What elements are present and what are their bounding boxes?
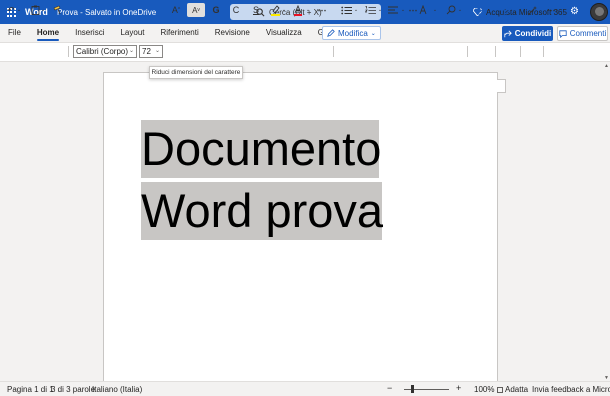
word-count[interactable]: 3 di 3 parole: [51, 385, 95, 394]
magic-wand-icon: [527, 5, 537, 15]
share-button[interactable]: Condividi: [502, 26, 553, 41]
ribbon-divider: [520, 46, 521, 57]
comments-button[interactable]: Commenti: [557, 26, 608, 41]
tab-inserisci[interactable]: Inserisci: [67, 24, 112, 42]
font-name-select[interactable]: Calibri (Corpo) ⌄: [73, 45, 137, 58]
chevron-down-icon: ⌄: [154, 48, 160, 54]
font-size-select[interactable]: 72 ⌄: [139, 45, 163, 58]
bullet-list-icon: [340, 6, 352, 14]
numbering-button[interactable]: [363, 3, 377, 17]
bullets-chevron-down-icon[interactable]: ⌄: [353, 3, 359, 17]
document-title[interactable]: Prova - Salvato in OneDrive: [57, 8, 156, 17]
designer-button[interactable]: [525, 3, 539, 17]
chevron-down-icon: ⌄: [370, 30, 376, 37]
tab-layout[interactable]: Layout: [112, 24, 152, 42]
page-count[interactable]: Pagina 1 di 1: [7, 385, 54, 394]
find-button[interactable]: [445, 3, 457, 17]
tab-revisione[interactable]: Revisione: [207, 24, 258, 42]
fit-icon: [497, 386, 503, 393]
highlight-chevron-down-icon[interactable]: ⌄: [281, 3, 287, 17]
font-color-button[interactable]: [292, 3, 304, 17]
font-color-chevron-down-icon[interactable]: ⌄: [305, 3, 311, 17]
collapse-ribbon-chevron-down-icon[interactable]: ⌄: [601, 3, 609, 17]
share-icon: [504, 30, 512, 37]
document-text-line[interactable]: Documento: [141, 120, 381, 178]
ribbon-divider: [543, 46, 544, 57]
vertical-scrollbar[interactable]: ▲ ▼: [603, 63, 610, 381]
more-options-icon[interactable]: ⋯: [548, 3, 560, 17]
align-chevron-down-icon[interactable]: ⌄: [400, 3, 406, 17]
share-label: Condividi: [514, 29, 552, 38]
zoom-level[interactable]: 100%: [474, 385, 494, 394]
microphone-icon: [475, 5, 483, 15]
highlighter-icon: [270, 4, 280, 16]
fit-label: Adatta: [505, 385, 529, 394]
find-chevron-down-icon[interactable]: ⌄: [457, 3, 463, 17]
tab-file[interactable]: File: [0, 24, 29, 42]
numbered-list-icon: [364, 5, 376, 14]
font-color-icon: [294, 4, 302, 16]
format-painter-icon[interactable]: [52, 3, 64, 17]
page-margin-marker: [497, 79, 506, 93]
numbering-chevron-down-icon[interactable]: ⌄: [377, 3, 383, 17]
search-icon: [446, 5, 456, 15]
align-left-icon: [388, 6, 398, 13]
tab-visualizza[interactable]: Visualizza: [258, 24, 310, 42]
comment-icon: [559, 29, 567, 38]
ribbon-divider: [68, 46, 69, 57]
document-text-line[interactable]: Word prova: [141, 182, 383, 240]
tab-riferimenti[interactable]: Riferimenti: [153, 24, 207, 42]
ribbon-divider: [495, 46, 496, 57]
editor-button[interactable]: [500, 3, 514, 17]
tooltip: Riduci dimensioni del carattere: [149, 66, 243, 79]
pencil-icon: [327, 29, 335, 37]
chevron-down-icon: ⌄: [128, 48, 134, 54]
zoom-out-button[interactable]: −: [387, 383, 392, 393]
feedback-link[interactable]: Invia feedback a Microsoft: [532, 385, 610, 394]
grow-font-button[interactable]: A ^: [170, 3, 182, 17]
italic-button[interactable]: C: [230, 3, 242, 17]
tab-home[interactable]: Home: [29, 24, 67, 42]
undo-chevron-down-icon[interactable]: ⌄: [16, 3, 22, 17]
settings-gear-icon[interactable]: ⚙: [570, 6, 579, 17]
font-size-value: 72: [142, 47, 151, 56]
styles-button[interactable]: [418, 3, 432, 17]
align-button[interactable]: [386, 3, 400, 17]
fit-button[interactable]: Adatta: [497, 385, 528, 394]
styles-icon: [419, 5, 431, 15]
font-name-value: Calibri (Corpo): [76, 47, 129, 56]
ribbon-divider: [467, 46, 468, 57]
dictate-chevron-down-icon[interactable]: ⌄: [485, 3, 491, 17]
bold-button[interactable]: G: [210, 3, 222, 17]
editor-pen-icon: [502, 4, 513, 16]
comments-label: Commenti: [569, 29, 607, 38]
highlight-color-button[interactable]: [268, 3, 282, 17]
paste-chevron-down-icon[interactable]: ⌄: [40, 3, 46, 17]
bullets-button[interactable]: [339, 3, 353, 17]
editing-mode-label: Modifica: [338, 28, 368, 38]
scroll-up-icon[interactable]: ▲: [603, 63, 610, 69]
zoom-slider-thumb[interactable]: [411, 385, 414, 393]
underline-button[interactable]: S: [250, 3, 262, 17]
dictate-button[interactable]: [473, 3, 485, 17]
ribbon-divider: [333, 46, 334, 57]
shrink-font-button[interactable]: Av: [187, 3, 205, 17]
language-status[interactable]: Italiano (Italia): [92, 385, 142, 394]
more-font-options-icon[interactable]: ⋯: [316, 3, 328, 17]
styles-chevron-down-icon[interactable]: ⌄: [432, 3, 438, 17]
editing-mode-button[interactable]: Modifica ⌄: [322, 26, 381, 40]
zoom-in-button[interactable]: +: [456, 383, 461, 393]
